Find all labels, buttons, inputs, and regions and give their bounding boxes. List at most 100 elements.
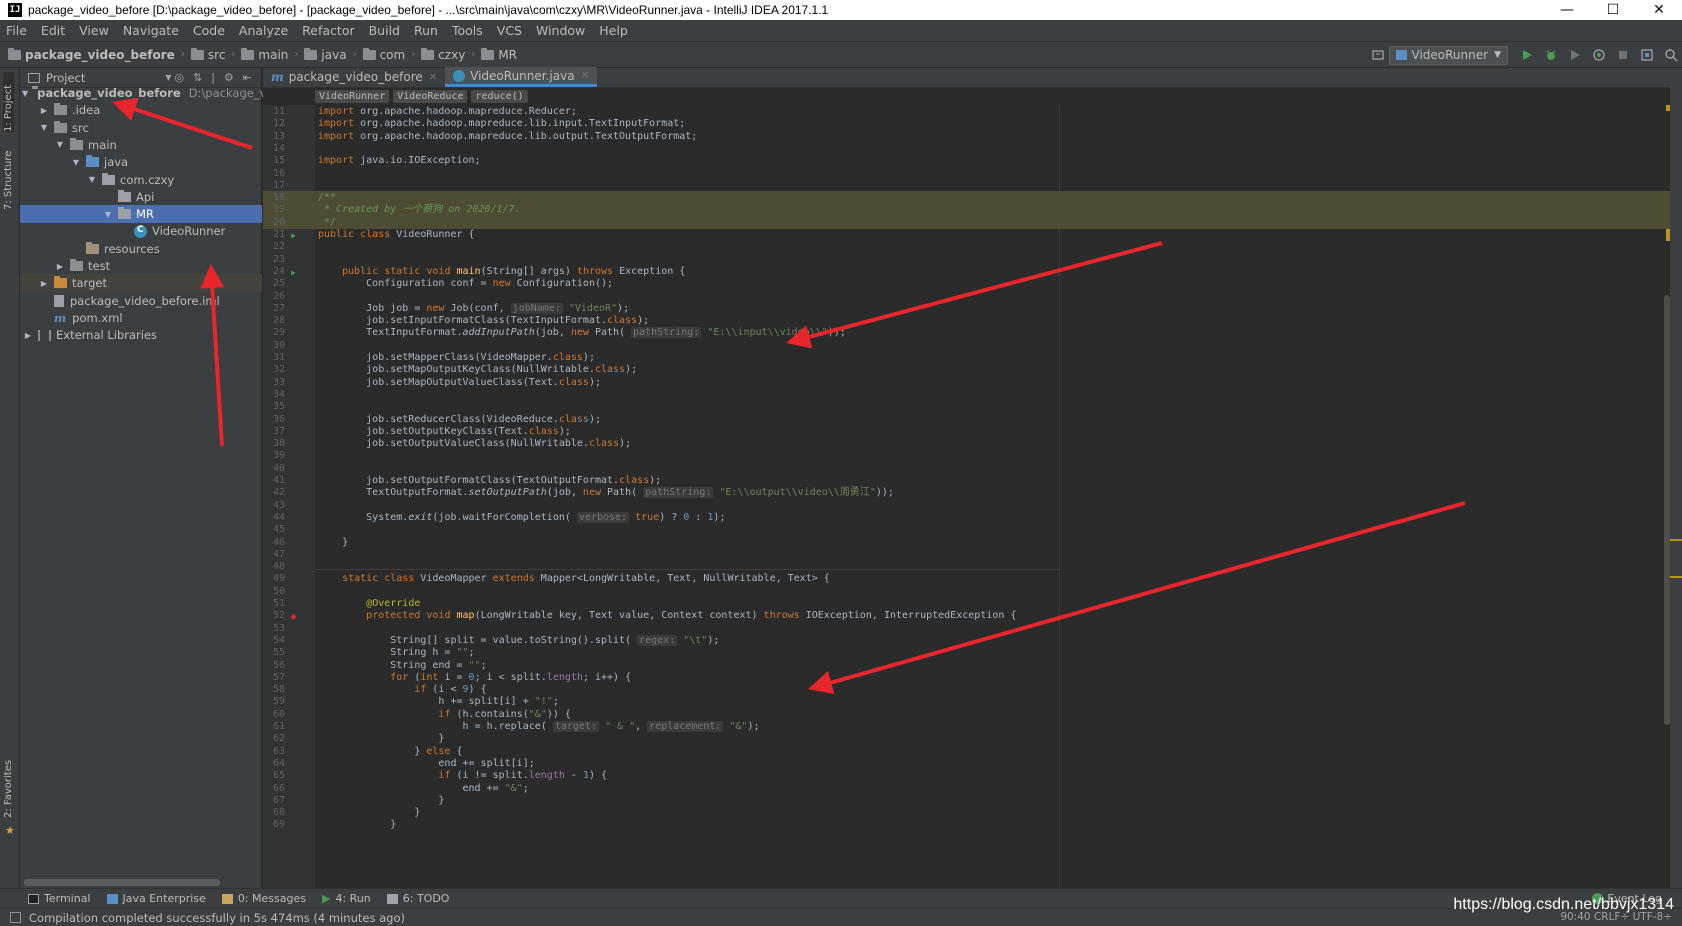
search-icon[interactable] <box>1660 45 1682 65</box>
line-number[interactable]: 59 <box>263 695 285 708</box>
line-number[interactable]: 39 <box>263 449 285 462</box>
line-number[interactable]: 61 <box>263 720 285 733</box>
tree-item[interactable]: Api <box>20 188 262 206</box>
code-text[interactable]: TextOutputFormat.setOutputPath(job, new … <box>318 486 894 499</box>
java-enterprise-tool-button[interactable]: Java Enterprise <box>106 892 206 905</box>
code-text[interactable]: } <box>318 732 444 745</box>
line-number[interactable]: 64 <box>263 757 285 770</box>
line-number[interactable]: 14 <box>263 142 285 155</box>
expand-arrow-icon[interactable]: ▼ <box>86 175 98 184</box>
code-text[interactable]: if (h.contains("&")) { <box>318 708 570 721</box>
line-number[interactable]: 53 <box>263 622 285 635</box>
line-number[interactable]: 67 <box>263 794 285 807</box>
close-icon[interactable]: ✕ <box>429 72 437 83</box>
line-number[interactable]: 69 <box>263 818 285 831</box>
line-number[interactable]: 49 <box>263 572 285 585</box>
tab-package-video-before[interactable]: m package_video_before ✕ <box>263 67 445 87</box>
line-number[interactable]: 19 <box>263 203 285 216</box>
code-text[interactable]: job.setOutputFormatClass(TextOutputForma… <box>318 474 661 487</box>
run-with-coverage-icon[interactable] <box>1564 45 1586 65</box>
code-text[interactable]: /** <box>318 191 336 204</box>
nav-crumb[interactable]: src › <box>190 47 235 62</box>
line-number[interactable]: 32 <box>263 363 285 376</box>
code-text[interactable]: Job job = new Job(conf, jobName: "VideoR… <box>318 302 629 315</box>
line-number[interactable]: 24 <box>263 265 285 278</box>
code-text[interactable]: import java.io.IOException; <box>318 154 481 167</box>
code-text[interactable]: System.exit(job.waitForCompletion( verbo… <box>318 511 725 524</box>
code-text[interactable]: * Created by 一个蔡狗 on 2020/1/7. <box>318 203 521 216</box>
line-number[interactable]: 34 <box>263 388 285 401</box>
line-number[interactable]: 15 <box>263 154 285 167</box>
tree-item[interactable]: ▼ src <box>20 119 262 137</box>
line-number[interactable]: 18 <box>263 191 285 204</box>
expand-arrow-icon[interactable]: ▼ <box>54 140 66 149</box>
run-gutter-icon[interactable]: ▶ <box>291 229 299 240</box>
breadcrumb-class[interactable]: VideoRunner <box>315 90 390 103</box>
tree-item[interactable]: ▼ main <box>20 136 262 154</box>
code-text[interactable]: String h = ""; <box>318 646 474 659</box>
line-number[interactable]: 37 <box>263 425 285 438</box>
line-number[interactable]: 25 <box>263 277 285 290</box>
line-number[interactable]: 26 <box>263 290 285 303</box>
code-text[interactable]: Configuration conf = new Configuration()… <box>318 277 613 290</box>
tree-item[interactable]: resources <box>20 240 262 258</box>
line-number[interactable]: 46 <box>263 536 285 549</box>
debug-icon[interactable] <box>1540 45 1562 65</box>
close-icon[interactable]: ✕ <box>581 70 589 81</box>
menu-item-navigate[interactable]: Navigate <box>123 23 179 38</box>
code-text[interactable]: public class VideoRunner { <box>318 228 475 241</box>
menu-item-window[interactable]: Window <box>536 23 585 38</box>
line-number[interactable]: 40 <box>263 462 285 475</box>
code-text[interactable]: job.setMapperClass(VideoMapper.class); <box>318 351 595 364</box>
line-number[interactable]: 33 <box>263 376 285 389</box>
nav-crumb[interactable]: com › <box>362 47 415 62</box>
line-number[interactable]: 31 <box>263 351 285 364</box>
code-text[interactable]: job.setOutputValueClass(NullWritable.cla… <box>318 437 631 450</box>
code-editor[interactable]: 11 import org.apache.hadoop.mapreduce.Red… <box>263 105 1682 888</box>
line-number[interactable]: 68 <box>263 806 285 819</box>
nav-crumb[interactable]: czxy › <box>421 47 475 62</box>
close-window-button[interactable]: ✕ <box>1636 0 1682 20</box>
tree-item[interactable]: m pom.xml <box>20 309 262 327</box>
collapse-arrow-icon[interactable]: ▶ <box>38 106 50 115</box>
line-number[interactable]: 23 <box>263 253 285 266</box>
line-number[interactable]: 42 <box>263 486 285 499</box>
code-text[interactable]: static class VideoMapper extends Mapper<… <box>318 572 830 585</box>
override-gutter-icon[interactable]: ● <box>291 610 299 621</box>
line-number[interactable]: 47 <box>263 548 285 561</box>
code-text[interactable]: job.setMapOutputKeyClass(NullWritable.cl… <box>318 363 637 376</box>
menu-item-edit[interactable]: Edit <box>41 23 65 38</box>
tree-item[interactable]: ▼ com.czxy <box>20 171 262 189</box>
line-number[interactable]: 12 <box>263 117 285 130</box>
code-text[interactable]: job.setInputFormatClass(TextInputFormat.… <box>318 314 649 327</box>
code-text[interactable]: import org.apache.hadoop.mapreduce.lib.i… <box>318 117 685 130</box>
code-text[interactable]: h = h.replace( target: " & ", replacemen… <box>318 720 760 733</box>
code-text[interactable]: end += "&"; <box>318 782 528 795</box>
line-number[interactable]: 66 <box>263 782 285 795</box>
line-number[interactable]: 51 <box>263 597 285 610</box>
favorites-tool-tab[interactable]: 2: Favorites <box>3 754 14 818</box>
tool-windows-toggle-icon[interactable] <box>10 912 21 923</box>
maximize-button[interactable]: ☐ <box>1590 0 1636 20</box>
line-number[interactable]: 30 <box>263 339 285 352</box>
messages-tool-button[interactable]: 0: Messages <box>221 892 306 905</box>
code-text[interactable]: job.setReducerClass(VideoReduce.class); <box>318 413 601 426</box>
menu-item-tools[interactable]: Tools <box>452 23 483 38</box>
nav-crumb[interactable]: main › <box>241 47 298 62</box>
run-tool-button[interactable]: ▶ 4: Run <box>322 892 371 905</box>
nav-crumb[interactable]: package_video_before › <box>8 47 185 62</box>
expand-arrow-icon[interactable]: ▼ <box>38 123 50 132</box>
code-text[interactable]: String end = ""; <box>318 659 486 672</box>
line-number[interactable]: 22 <box>263 240 285 253</box>
code-text[interactable]: job.setMapOutputValueClass(Text.class); <box>318 376 601 389</box>
tree-item[interactable]: ▶ test <box>20 257 262 275</box>
line-number[interactable]: 57 <box>263 671 285 684</box>
code-text[interactable]: job.setOutputKeyClass(Text.class); <box>318 425 571 438</box>
todo-tool-button[interactable]: 6: TODO <box>386 892 449 905</box>
code-text[interactable]: } <box>318 818 396 831</box>
code-text[interactable]: if (i != split.length - 1) { <box>318 769 607 782</box>
line-number[interactable]: 45 <box>263 523 285 536</box>
code-text[interactable]: } <box>318 794 444 807</box>
run-gutter-icon[interactable]: ▶ <box>291 266 299 277</box>
terminal-tool-button[interactable]: Terminal <box>28 892 91 905</box>
